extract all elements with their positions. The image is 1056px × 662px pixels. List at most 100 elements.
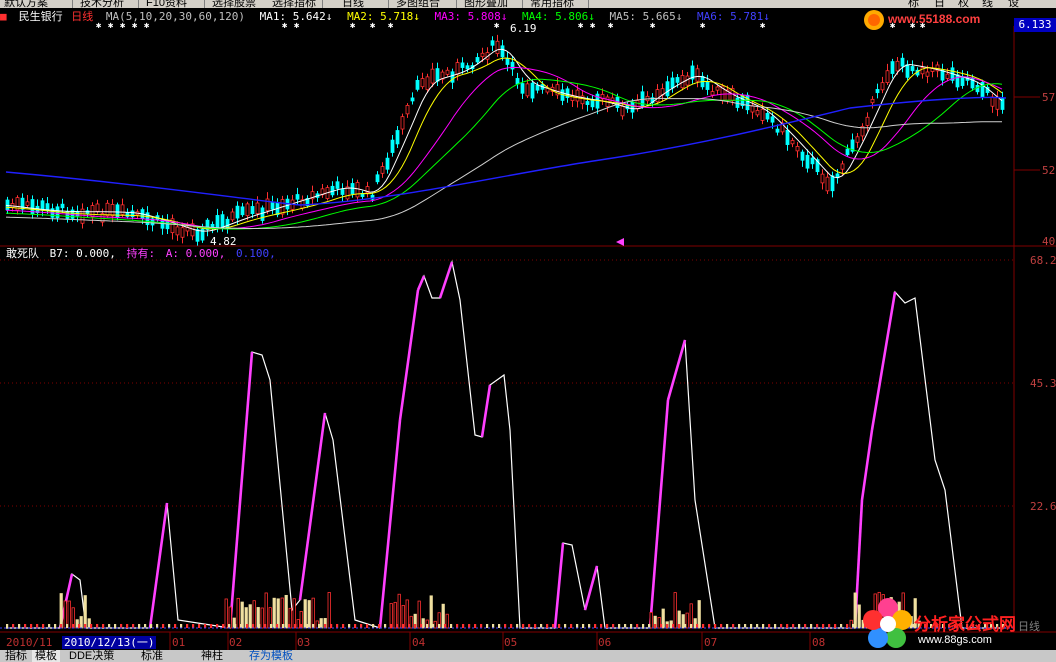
indicator-base-bar	[810, 624, 813, 628]
candle-body	[120, 204, 125, 215]
indicator-base-bar	[750, 624, 753, 628]
indicator-base-bar	[108, 624, 111, 628]
candle-body	[430, 68, 435, 84]
candle-body	[410, 97, 415, 102]
candle-body	[865, 116, 870, 126]
indicator-base-bar	[276, 624, 279, 628]
tab-god-pillar[interactable]: 神柱	[198, 650, 226, 662]
price-axis-label: 57	[1042, 91, 1056, 104]
indicator-base-bar	[294, 624, 297, 628]
candle-body	[715, 86, 720, 91]
indicator-b: 0.100,	[235, 247, 276, 260]
indicator-rising-segment	[870, 291, 897, 431]
candle-body	[195, 229, 200, 242]
indicator-base-bar	[42, 624, 45, 628]
indicator-bar	[409, 615, 413, 629]
indicator-base-bar	[150, 624, 153, 628]
candle-body	[345, 186, 350, 200]
indicator-base-bar	[6, 624, 9, 628]
indicator-base-bar	[198, 624, 201, 628]
ma6-value: MA6: 5.781↓	[697, 10, 770, 23]
candle-body	[400, 116, 405, 130]
candle-body	[910, 66, 915, 72]
candle-body	[955, 74, 960, 88]
candle-body	[675, 77, 680, 83]
candle-body	[165, 220, 170, 230]
candle-body	[800, 151, 805, 161]
indicator-base-bar	[342, 624, 345, 628]
candle-body	[110, 204, 115, 217]
indicator-base-bar	[432, 624, 435, 628]
indicator-rising-segment	[860, 429, 874, 501]
candle-body	[445, 69, 450, 75]
tab-dde-decision[interactable]: DDE决策	[66, 650, 117, 662]
indicator-base-bar	[786, 624, 789, 628]
stock-name[interactable]: 民生银行	[19, 9, 63, 25]
candle-body	[255, 202, 260, 214]
indicator-base-bar	[210, 624, 213, 628]
indicator-bar	[83, 595, 87, 629]
candle-body	[435, 68, 440, 82]
indicator-base-bar	[480, 624, 483, 628]
candle-body	[390, 139, 395, 153]
indicator-base-bar	[720, 624, 723, 628]
candle-body	[395, 130, 400, 145]
ma4-line	[5, 78, 1003, 230]
watermark-bottom-site: www.88gs.com	[918, 634, 992, 646]
candle-body	[765, 112, 770, 120]
indicator-base-bar	[438, 624, 441, 628]
candle-body	[5, 199, 10, 211]
indicator-base-bar	[714, 624, 717, 628]
candle-body	[230, 211, 235, 221]
candle-body	[875, 89, 880, 94]
indicator-base-bar	[678, 624, 681, 628]
candle-body	[455, 62, 460, 75]
candle-body	[755, 110, 760, 116]
candle-body	[535, 84, 540, 91]
indicator-bar	[260, 607, 264, 629]
kline-chart-canvas[interactable]: ✱✱✱✱✱✱✱✱✱✱✱✱✱✱✱✱✱✱✱✱✱	[0, 0, 1056, 662]
indicator-axis-label: 22.6	[1030, 500, 1056, 513]
candle-body	[515, 78, 520, 85]
indicator-rising-segment	[648, 399, 670, 629]
indicator-base-bar	[468, 624, 471, 628]
date-label: 05	[504, 636, 518, 649]
candle-body	[670, 77, 675, 89]
indicator-base-bar	[744, 624, 747, 628]
watermark-top: www.55188.com	[860, 6, 1010, 34]
indicator-bar	[417, 600, 421, 629]
indicator-base-bar	[834, 624, 837, 628]
candle-body	[845, 148, 850, 156]
candle-body	[820, 173, 825, 184]
indicator-bar	[63, 600, 67, 629]
candle-body	[710, 91, 715, 96]
high-annotation: 6.19	[510, 22, 537, 35]
indicator-rising-segment	[553, 542, 565, 629]
candle-body	[745, 94, 750, 111]
tab-save-template[interactable]: 存为模板	[246, 650, 296, 662]
candle-body	[805, 154, 810, 169]
indicator-axis-label: 45.3	[1030, 377, 1056, 390]
indicator-base-bar	[696, 624, 699, 628]
tab-standard[interactable]: 标准	[138, 650, 166, 662]
indicator-base-bar	[348, 624, 351, 628]
indicator-bar	[853, 592, 857, 629]
indicator-base-bar	[732, 624, 735, 628]
indicator-bar	[292, 598, 296, 629]
indicator-base-bar	[426, 624, 429, 628]
price-axis-label: 40	[1042, 235, 1056, 248]
indicator-base-bar	[660, 624, 663, 628]
indicator-base-bar	[462, 624, 465, 628]
indicator-name[interactable]: 敢死队	[6, 246, 39, 262]
indicator-bar	[673, 592, 677, 629]
candle-body	[895, 60, 900, 72]
indicator-hold-label: 持有:	[126, 247, 156, 260]
tab-indicator[interactable]: 指标	[2, 650, 30, 662]
tab-template[interactable]: 模板	[32, 650, 60, 662]
indicator-rising-segment	[378, 419, 402, 629]
candle-body	[355, 182, 360, 198]
main-chart-header: ■ 民生银行 日线 MA(5,10,20,30,60,120) MA1: 5.6…	[0, 9, 900, 25]
indicator-base-bar	[270, 624, 273, 628]
candle-body	[750, 105, 755, 113]
indicator-base-bar	[816, 624, 819, 628]
